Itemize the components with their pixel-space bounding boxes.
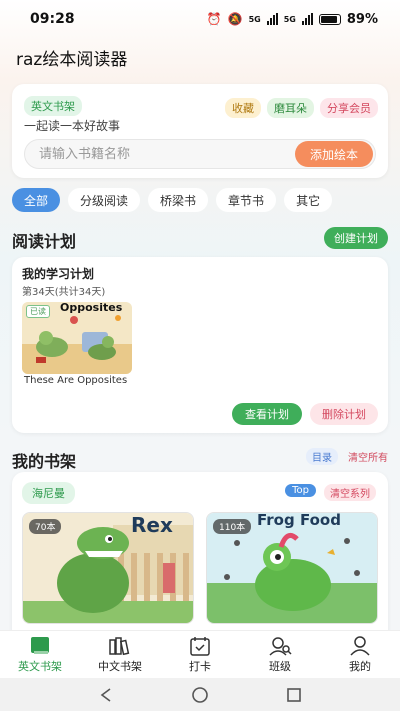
user-search-icon <box>269 636 292 656</box>
battery-icon <box>318 13 341 25</box>
bookshelf-actions: 目录 清空所有 <box>306 448 388 465</box>
bookshelf-title: 我的书架 <box>12 452 77 471</box>
book-cover-title: Rex <box>131 513 173 537</box>
home-icon[interactable] <box>191 686 209 704</box>
signal-icon-2 <box>301 13 313 25</box>
tab-label: 中文书架 <box>98 659 142 673</box>
mute-icon: 🔕 <box>227 12 243 26</box>
plan-name: 我的学习计划 <box>22 267 95 281</box>
tab-label: 班级 <box>269 659 291 673</box>
calendar-check-icon <box>190 636 210 656</box>
share-membership-chip[interactable]: 分享会员 <box>320 98 378 118</box>
tagline: 一起读一本好故事 <box>24 119 121 133</box>
plan-book-title: These Are Opposites <box>24 375 128 386</box>
bottom-tab-bar: 英文书架 中文书架 打卡 班级 我的 <box>0 630 400 678</box>
network-5g-label-2: 5G <box>283 14 296 24</box>
top-card: 英文书架 一起读一本好故事 收藏 磨耳朵 分享会员 添加绘本 <box>12 84 388 178</box>
book-count-badge: 110本 <box>213 519 252 534</box>
book-count-badge: 70本 <box>29 519 62 534</box>
tab-label: 我的 <box>349 659 371 673</box>
pin-top-button[interactable]: Top <box>285 484 316 497</box>
feature-chips: 收藏 磨耳朵 分享会员 <box>225 98 378 118</box>
ear-training-chip[interactable]: 磨耳朵 <box>267 98 314 118</box>
delete-plan-button[interactable]: 删除计划 <box>310 403 378 425</box>
category-leveled[interactable]: 分级阅读 <box>68 188 141 212</box>
back-icon[interactable] <box>98 687 114 703</box>
clear-series-button[interactable]: 清空系列 <box>324 484 376 501</box>
person-icon <box>350 635 370 656</box>
category-bridge[interactable]: 桥梁书 <box>148 188 209 212</box>
status-time: 09:28 <box>30 11 75 27</box>
tab-chinese-shelf[interactable]: 中文书架 <box>84 636 156 674</box>
tab-english-shelf[interactable]: 英文书架 <box>4 636 76 674</box>
system-nav-bar <box>0 678 400 711</box>
plan-book-cover[interactable]: 已读 Opposites <box>22 302 132 374</box>
category-other[interactable]: 其它 <box>284 188 333 212</box>
tab-class[interactable]: 班级 <box>244 636 316 674</box>
signal-icon <box>266 13 278 25</box>
create-plan-button[interactable]: 创建计划 <box>324 227 388 249</box>
status-bar: 09:28 ⏰ 🔕 5G 5G 89% <box>0 0 400 38</box>
books-icon <box>109 636 130 655</box>
clear-all-link[interactable]: 清空所有 <box>348 449 388 464</box>
category-all[interactable]: 全部 <box>12 188 61 212</box>
tab-check-in[interactable]: 打卡 <box>164 636 236 674</box>
book-cover-title: Frog Food <box>257 512 341 529</box>
series-card: 海尼曼 Top 清空系列 70本 Rex 110本 Frog Food <box>12 472 388 632</box>
view-plan-button[interactable]: 查看计划 <box>232 403 302 425</box>
status-icons: ⏰ 🔕 5G 5G 89% <box>207 12 378 27</box>
network-5g-label: 5G <box>248 14 261 24</box>
favorite-chip[interactable]: 收藏 <box>225 98 261 118</box>
shelf-badge: 英文书架 <box>24 96 82 116</box>
category-tabs: 全部 分级阅读 桥梁书 章节书 其它 <box>12 188 333 212</box>
tab-label: 打卡 <box>189 659 211 673</box>
book-shelf-icon <box>31 636 49 654</box>
recents-icon[interactable] <box>286 687 302 703</box>
plan-day: 第34天(共计34天) <box>22 287 106 298</box>
search-box: 添加绘本 <box>24 139 376 169</box>
alarm-icon: ⏰ <box>206 12 222 26</box>
reading-plan-title: 阅读计划 <box>12 232 77 251</box>
book-tile-frog-food[interactable]: 110本 Frog Food <box>206 512 378 624</box>
tab-profile[interactable]: 我的 <box>324 635 396 674</box>
app-title: raz绘本阅读器 <box>16 50 128 70</box>
book-tile-rex[interactable]: 70本 Rex <box>22 512 194 624</box>
battery-level: 89% <box>346 11 378 27</box>
book-cover-title: Opposites <box>60 302 123 314</box>
toc-link[interactable]: 目录 <box>306 448 338 465</box>
series-name[interactable]: 海尼曼 <box>22 482 75 504</box>
search-input[interactable] <box>25 140 265 168</box>
category-chapter[interactable]: 章节书 <box>216 188 277 212</box>
read-status-tag: 已读 <box>26 305 50 318</box>
plan-card[interactable]: 我的学习计划 第34天(共计34天) 已读 Opposites These Ar… <box>12 257 388 433</box>
add-book-button[interactable]: 添加绘本 <box>295 141 373 167</box>
tab-label: 英文书架 <box>18 659 62 673</box>
